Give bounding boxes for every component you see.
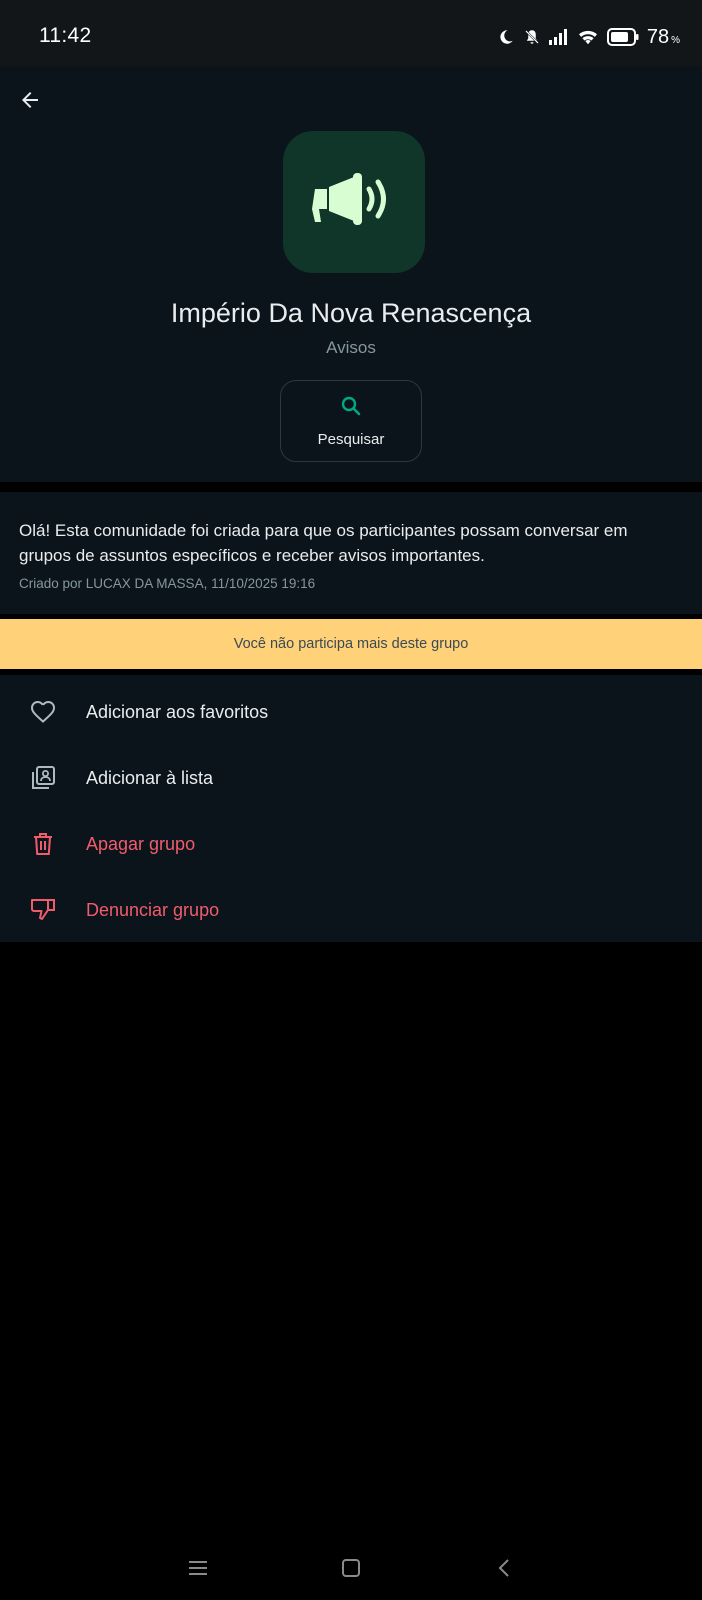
search-label: Pesquisar bbox=[317, 431, 385, 448]
group-actions: Adicionar aos favoritos Adicionar à list… bbox=[0, 675, 702, 942]
description-text: Olá! Esta comunidade foi criada para que… bbox=[19, 521, 628, 565]
created-by-meta: Criado por LUCAX DA MASSA, 11/10/2025 19… bbox=[19, 576, 316, 591]
battery-icon bbox=[606, 28, 639, 46]
not-participant-banner: Você não participa mais deste grupo bbox=[0, 619, 702, 669]
community-description: Olá! Esta comunidade foi criada para que… bbox=[0, 492, 702, 614]
battery-level: 78 bbox=[646, 25, 670, 48]
signal-icon bbox=[548, 29, 569, 45]
arrow-left-icon bbox=[18, 88, 42, 117]
status-time: 11:42 bbox=[39, 24, 92, 47]
bell-off-icon bbox=[523, 28, 541, 46]
group-subtitle: Avisos bbox=[326, 338, 376, 357]
back-icon bbox=[496, 1558, 512, 1583]
menu-button[interactable] bbox=[180, 1554, 216, 1586]
megaphone-icon bbox=[309, 165, 399, 240]
status-icons: 78 % bbox=[497, 24, 680, 50]
action-label: Denunciar grupo bbox=[86, 899, 220, 920]
heart-icon bbox=[30, 699, 56, 725]
add-to-list-button[interactable]: Adicionar à lista bbox=[0, 745, 702, 811]
nav-back-button[interactable] bbox=[486, 1554, 522, 1586]
notice-text: Você não participa mais deste grupo bbox=[233, 636, 469, 652]
battery-unit: % bbox=[671, 34, 680, 46]
group-header: Império Da Nova Renascença Avisos Pesqui… bbox=[0, 66, 702, 482]
trash-icon bbox=[30, 831, 56, 857]
back-button[interactable] bbox=[12, 84, 48, 120]
search-icon bbox=[339, 394, 363, 423]
action-label: Adicionar à lista bbox=[86, 767, 214, 788]
status-bar: 11:42 78 % bbox=[0, 0, 702, 66]
system-nav-bar bbox=[0, 1540, 702, 1600]
group-name: Império Da Nova Renascença bbox=[170, 298, 532, 328]
wifi-icon bbox=[577, 28, 599, 46]
home-button[interactable] bbox=[333, 1554, 369, 1586]
action-label: Apagar grupo bbox=[86, 833, 196, 854]
search-button[interactable]: Pesquisar bbox=[280, 380, 422, 462]
home-icon bbox=[341, 1558, 361, 1583]
delete-group-button[interactable]: Apagar grupo bbox=[0, 811, 702, 877]
report-group-button[interactable]: Denunciar grupo bbox=[0, 877, 702, 943]
thumbs-down-icon bbox=[30, 897, 56, 923]
list-icon bbox=[30, 765, 56, 791]
add-to-favorites-button[interactable]: Adicionar aos favoritos bbox=[0, 679, 702, 745]
action-label: Adicionar aos favoritos bbox=[86, 701, 269, 722]
group-avatar bbox=[283, 131, 425, 273]
moon-icon bbox=[497, 28, 515, 46]
menu-icon bbox=[188, 1559, 208, 1582]
